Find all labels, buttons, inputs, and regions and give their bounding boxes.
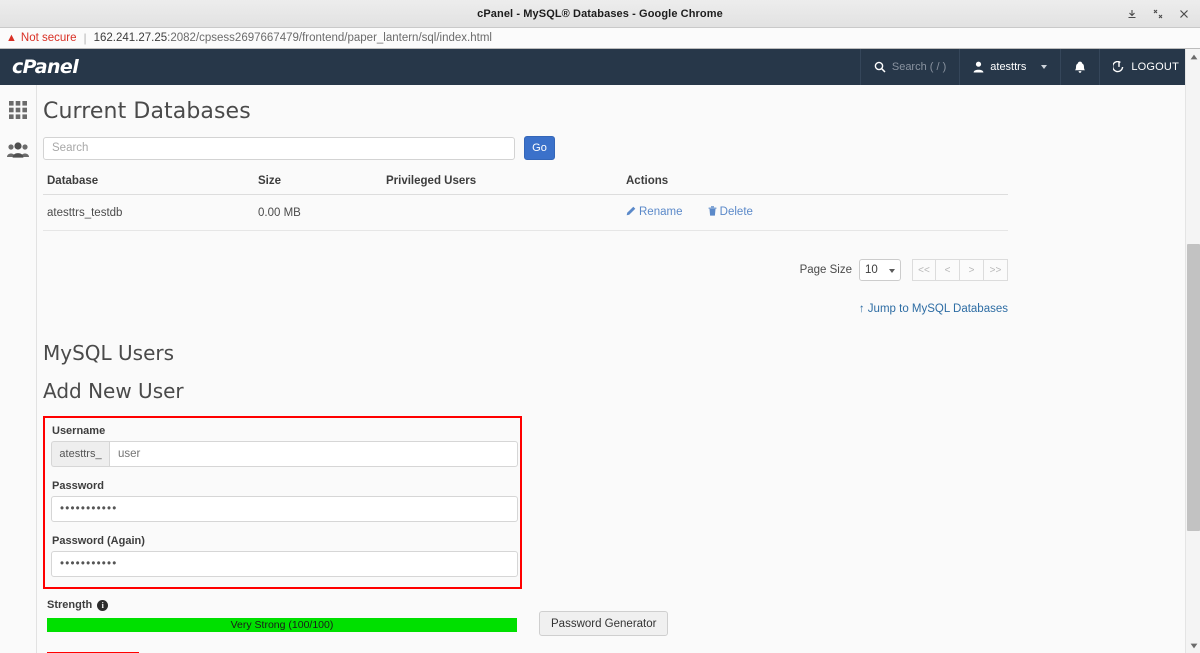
username-input-group: atesttrs_	[51, 441, 518, 467]
mysql-users-heading: MySQL Users	[43, 341, 175, 365]
username-input[interactable]	[109, 441, 518, 467]
jump-to-mysql-databases-link[interactable]: ↑ Jump to MySQL Databases	[859, 303, 1008, 315]
trash-icon	[708, 206, 717, 219]
cpanel-header: cPanel Search ( / ) atesttrs LOGOUT	[0, 49, 1192, 85]
password-generator-button[interactable]: Password Generator	[539, 611, 669, 636]
password-strength-text: Very Strong (100/100)	[230, 619, 334, 631]
window-controls	[1120, 0, 1196, 28]
cell-database-name: atesttrs_testdb	[43, 194, 258, 231]
strength-area: Very Strong (100/100) Password Generator	[43, 611, 1192, 636]
delete-label: Delete	[719, 206, 753, 218]
header-search-placeholder: Search ( / )	[891, 61, 947, 73]
bell-icon	[1074, 61, 1086, 74]
add-new-user-heading: Add New User	[43, 379, 184, 403]
pagination-first-button[interactable]: <<	[912, 259, 936, 281]
pencil-icon	[626, 206, 636, 219]
go-button[interactable]: Go	[524, 136, 555, 160]
column-header-privileged-users: Privileged Users	[386, 172, 626, 195]
page-title: Current Databases	[43, 99, 251, 124]
not-secure-warning-icon: ▲	[6, 31, 17, 44]
browser-urlbar[interactable]: ▲ Not secure | 162.241.27.25:2082/cpsess…	[0, 28, 1200, 49]
page-scrollbar[interactable]	[1185, 49, 1200, 653]
password-label: Password	[52, 480, 104, 492]
table-header-row: Database Size Privileged Users Actions	[43, 172, 1008, 195]
column-header-database: Database	[43, 172, 258, 195]
apps-grid-icon[interactable]	[7, 99, 29, 121]
pagination-controls: Page Size 10 << < > >>	[43, 259, 1008, 281]
sidebar-rail	[0, 85, 37, 653]
url-path: :2082/cpsess2697667479/frontend/paper_la…	[167, 32, 492, 44]
page-viewport: cPanel Search ( / ) atesttrs LOGOUT Curr…	[0, 49, 1200, 653]
strength-label: Strength	[47, 599, 93, 611]
delete-database-link[interactable]: Delete	[708, 206, 753, 218]
security-status-label: Not secure	[20, 32, 77, 44]
chevron-down-icon	[1041, 65, 1048, 69]
search-icon	[874, 61, 886, 73]
restore-icon[interactable]	[1146, 2, 1170, 26]
add-new-user-form: Username atesttrs_ Password Password (Ag…	[43, 416, 522, 589]
users-icon[interactable]	[7, 139, 29, 161]
scroll-down-arrow-icon[interactable]	[1186, 638, 1200, 653]
password-again-label: Password (Again)	[52, 535, 145, 547]
pagination-buttons: << < > >>	[912, 259, 1008, 281]
url-host: 162.241.27.25	[93, 32, 168, 44]
cpanel-logo[interactable]: cPanel	[0, 56, 79, 78]
info-icon[interactable]: i	[97, 599, 109, 611]
database-search-row: Go	[43, 136, 1192, 160]
logout-icon	[1113, 61, 1125, 73]
url-divider: |	[83, 31, 87, 45]
scrollbar-thumb[interactable]	[1187, 244, 1200, 531]
pagination-last-button[interactable]: >>	[984, 259, 1008, 281]
page-size-value: 10	[865, 264, 878, 276]
cell-database-size: 0.00 MB	[258, 194, 386, 231]
databases-table: Database Size Privileged Users Actions a…	[43, 172, 1008, 231]
pagination-next-button[interactable]: >	[960, 259, 984, 281]
logout-label: LOGOUT	[1131, 61, 1179, 73]
header-account-menu[interactable]: atesttrs	[959, 49, 1060, 85]
username-prefix-addon: atesttrs_	[51, 441, 109, 467]
url-text[interactable]: 162.241.27.25:2082/cpsess2697667479/fron…	[94, 32, 492, 44]
logout-button[interactable]: LOGOUT	[1099, 49, 1192, 85]
strength-label-row: Strength i	[47, 599, 1192, 611]
page-size-label: Page Size	[799, 264, 852, 276]
column-header-actions: Actions	[626, 172, 1008, 195]
password-input[interactable]	[51, 496, 518, 522]
table-row: atesttrs_testdb 0.00 MB Rename Delete	[43, 194, 1008, 231]
rename-label: Rename	[639, 206, 683, 218]
rename-database-link[interactable]: Rename	[626, 206, 682, 218]
jump-link-row: ↑ Jump to MySQL Databases	[43, 299, 1008, 317]
password-strength-bar: Very Strong (100/100)	[47, 618, 517, 632]
scroll-up-arrow-icon[interactable]	[1186, 49, 1200, 64]
user-icon	[973, 61, 984, 73]
header-notifications[interactable]	[1060, 49, 1099, 85]
minimize-icon[interactable]	[1120, 2, 1144, 26]
close-icon[interactable]	[1172, 2, 1196, 26]
column-header-size: Size	[258, 172, 386, 195]
password-again-input[interactable]	[51, 551, 518, 577]
main-content: Current Databases Go Database Size Privi…	[38, 85, 1192, 653]
page-size-select[interactable]: 10	[859, 259, 901, 281]
header-search[interactable]: Search ( / )	[859, 49, 959, 85]
header-username: atesttrs	[990, 61, 1027, 73]
chevron-down-icon	[889, 269, 895, 273]
cell-privileged-users	[386, 194, 626, 231]
username-label: Username	[52, 425, 106, 437]
cpanel-header-right: Search ( / ) atesttrs LOGOUT	[859, 49, 1192, 85]
browser-titlebar: cPanel - MySQL® Databases - Google Chrom…	[0, 0, 1200, 28]
pagination-prev-button[interactable]: <	[936, 259, 960, 281]
database-search-input[interactable]	[43, 136, 515, 160]
window-title: cPanel - MySQL® Databases - Google Chrom…	[477, 7, 723, 20]
cell-actions: Rename Delete	[626, 194, 1008, 231]
